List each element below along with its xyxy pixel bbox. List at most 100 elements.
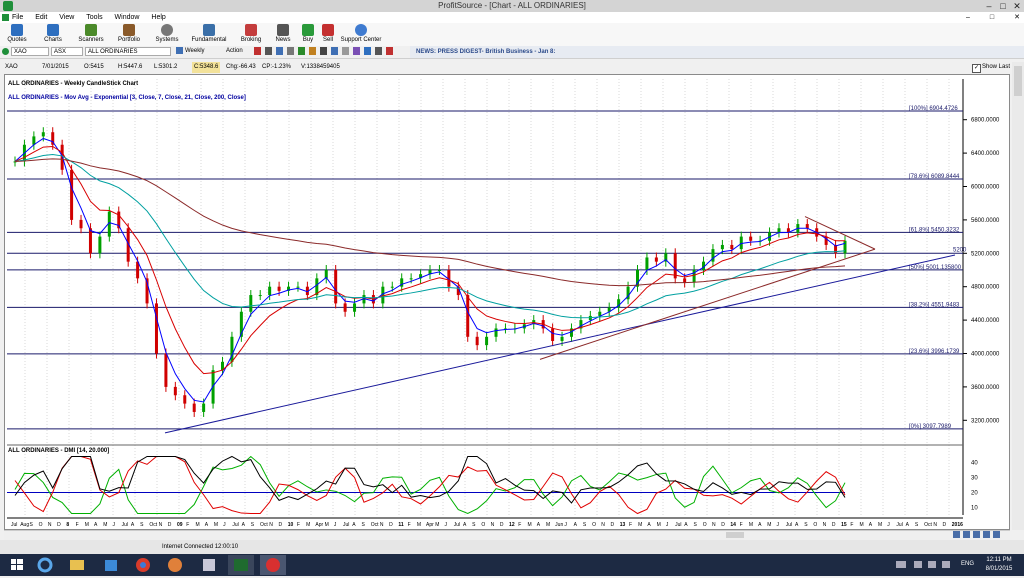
x-tick-label: A <box>94 522 98 528</box>
minimize-button[interactable]: – <box>982 0 996 12</box>
store-icon[interactable] <box>98 555 124 575</box>
chart-canvas[interactable]: ALL ORDINARIES - Weekly CandleStick Char… <box>5 75 1009 529</box>
x-tick-label: D <box>57 522 61 528</box>
volume-icon[interactable] <box>942 561 950 568</box>
tool-pencil-icon[interactable] <box>309 47 316 55</box>
menu-window[interactable]: Window <box>115 12 140 23</box>
candle-body <box>202 403 206 412</box>
internet-explorer-icon[interactable] <box>32 555 58 575</box>
maximize-button[interactable]: □ <box>996 0 1010 12</box>
symbol-row: XAO ASX ALL ORDINARIES Weekly Action NEW… <box>0 46 1024 59</box>
symbol-input[interactable]: XAO <box>11 47 49 56</box>
tool-settings-icon[interactable] <box>342 47 349 55</box>
scroll-right-icon[interactable] <box>983 531 990 538</box>
x-tick-label: Apr <box>315 522 323 528</box>
candle-body <box>249 295 253 312</box>
x-tick-label: D <box>943 522 947 528</box>
charts-button[interactable]: Charts <box>40 24 66 46</box>
scanners-button[interactable]: Scanners <box>76 24 106 46</box>
start-button[interactable] <box>4 555 30 575</box>
sell-button[interactable]: Sell <box>319 24 337 46</box>
fit-icon[interactable] <box>993 531 1000 538</box>
flag-icon[interactable] <box>914 561 922 568</box>
close-button[interactable]: ✕ <box>1010 0 1024 12</box>
tool-print-icon[interactable] <box>375 47 382 55</box>
exchange-field[interactable]: ASX <box>51 47 83 56</box>
x-tick-label: M <box>195 522 199 528</box>
scrollbar-thumb[interactable] <box>1014 66 1022 96</box>
menu-edit[interactable]: Edit <box>35 12 47 23</box>
broking-button[interactable]: Broking <box>238 24 264 46</box>
news-ticker[interactable]: NEWS: PRESS DIGEST- British Business - J… <box>410 46 1024 58</box>
dmi-tick-label: 40 <box>971 461 978 467</box>
fib-level-label: [23.6%] 3996.1739 <box>909 349 960 355</box>
quotes-button[interactable]: Quotes <box>4 24 30 46</box>
chrome-icon[interactable] <box>130 555 156 575</box>
info-change-pct: CP:-1.23% <box>262 64 292 70</box>
candle-body <box>654 257 658 262</box>
news-button[interactable]: News <box>272 24 294 46</box>
x-tick-label: A <box>906 522 910 528</box>
network-icon[interactable] <box>928 561 936 568</box>
clock-date[interactable]: 8/01/2015 <box>980 566 1018 572</box>
zoom-in-icon[interactable] <box>953 531 960 538</box>
support-center-button[interactable]: Support Center <box>340 24 382 46</box>
portfolio-button[interactable]: Portfolio <box>114 24 144 46</box>
chart-panel[interactable]: ALL ORDINARIES - Weekly CandleStick Char… <box>4 74 1010 530</box>
show-last-checkbox[interactable]: ✓ <box>972 64 981 73</box>
clock-time[interactable]: 12:11 PM <box>980 557 1018 563</box>
h-scrollbar-thumb[interactable] <box>726 532 744 538</box>
x-tick-label: M <box>638 522 642 528</box>
action-dropdown[interactable]: Action <box>226 47 243 56</box>
menu-help[interactable]: Help <box>151 12 165 23</box>
keyboard-icon[interactable] <box>896 561 906 568</box>
x-tick-label: Aug <box>20 522 29 528</box>
x-tick-label: S <box>915 522 919 528</box>
window-title: ProfitSource - [Chart - ALL ORDINARIES] <box>438 1 586 10</box>
tool-indicator-icon[interactable] <box>353 47 360 55</box>
language-indicator[interactable]: ENG <box>961 561 974 567</box>
file-explorer-icon[interactable] <box>64 555 90 575</box>
tool-refresh-icon[interactable] <box>364 47 371 55</box>
paint-icon[interactable] <box>196 555 222 575</box>
x-tick-label: O <box>481 522 485 528</box>
tool-delete-icon[interactable] <box>386 47 393 55</box>
candle-body <box>466 295 470 337</box>
tool-flag-icon[interactable] <box>254 47 261 55</box>
menu-tools[interactable]: Tools <box>86 12 102 23</box>
menu-file[interactable]: File <box>12 12 23 23</box>
vertical-scrollbar[interactable] <box>1012 62 1024 530</box>
child-minimize-button[interactable]: – <box>966 12 970 23</box>
period-dropdown[interactable]: Weekly <box>185 47 205 56</box>
tool-crosshair-icon[interactable] <box>287 47 294 55</box>
x-tick-label: M <box>749 522 753 528</box>
candle-body <box>409 278 413 280</box>
child-restore-button[interactable]: □ <box>990 12 994 23</box>
candle-body <box>173 386 177 396</box>
scroll-left-icon[interactable] <box>973 531 980 538</box>
candle-body <box>494 328 498 337</box>
systems-button[interactable]: Systems <box>152 24 182 46</box>
candle-body <box>843 240 847 254</box>
horizontal-scrollbar[interactable] <box>4 530 1010 540</box>
buy-button[interactable]: Buy <box>299 24 317 46</box>
tool-trend-icon[interactable] <box>298 47 305 55</box>
tool-fib-icon[interactable] <box>331 47 338 55</box>
x-tick-label: A <box>574 522 578 528</box>
x-tick-label: Jun <box>555 522 563 528</box>
fundamental-button[interactable]: Fundamental <box>190 24 228 46</box>
firefox-icon[interactable] <box>162 555 188 575</box>
candle-body <box>475 336 479 346</box>
x-tick-label: Jul <box>454 522 460 528</box>
profitsource-taskbar-icon[interactable] <box>260 555 286 575</box>
menu-view[interactable]: View <box>59 12 74 23</box>
tool-text-icon[interactable] <box>320 47 327 55</box>
child-close-button[interactable]: ✕ <box>1014 12 1020 23</box>
trading-app-icon[interactable] <box>228 555 254 575</box>
zoom-out-icon[interactable] <box>963 531 970 538</box>
tool-zoom-icon[interactable] <box>276 47 283 55</box>
x-tick-label: S <box>251 522 255 528</box>
tool-arrow-icon[interactable] <box>265 47 272 55</box>
x-tick-label: S <box>694 522 698 528</box>
candle-body <box>720 244 724 250</box>
